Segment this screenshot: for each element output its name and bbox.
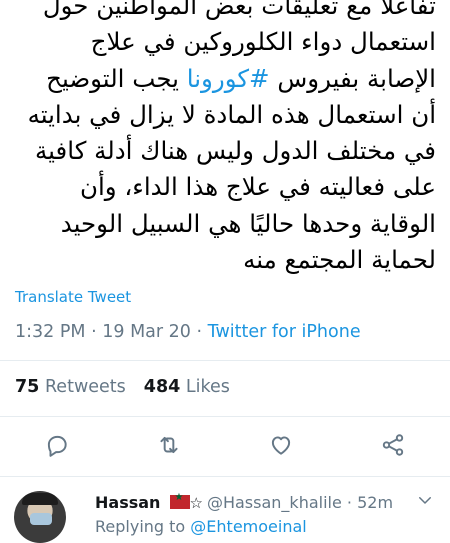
reply-author-handle[interactable]: @Hassan_khalile — [207, 493, 342, 512]
share-button[interactable] — [378, 430, 408, 460]
meta-separator: · — [196, 322, 203, 342]
translate-tweet-link[interactable]: Translate Tweet — [15, 288, 131, 306]
avatar-mask — [30, 513, 52, 525]
avatar[interactable] — [14, 491, 66, 543]
tweet-text: تفاعلا مع تعليقات بعض المواطنين حول استع… — [14, 0, 436, 278]
like-button[interactable] — [266, 430, 296, 460]
divider — [0, 360, 450, 361]
retweet-button[interactable] — [154, 430, 184, 460]
replying-to-handle[interactable]: @Ehtemoeinal — [190, 517, 306, 536]
meta-separator: · — [91, 322, 97, 342]
tweet-date[interactable]: 19 Mar 20 — [102, 322, 191, 342]
retweets-label: Retweets — [44, 377, 126, 397]
tweet-stats: 75 Retweets 484 Likes — [15, 377, 230, 397]
reply-author-name[interactable]: Hassan — [95, 493, 160, 512]
chevron-down-icon — [419, 497, 431, 504]
star-icon: ☆ — [189, 494, 203, 512]
reply-icon — [47, 435, 67, 457]
reply-tweet[interactable]: Hassan ☆@Hassan_khalile · 52m Replying t… — [0, 477, 450, 543]
retweets-count: 75 — [15, 377, 40, 397]
meta-separator: · — [346, 493, 352, 512]
avatar-cap — [22, 493, 58, 505]
retweet-icon — [160, 436, 178, 454]
tweet-source-link[interactable]: Twitter for iPhone — [208, 322, 361, 342]
retweets-stat[interactable]: 75 Retweets — [15, 377, 126, 397]
divider — [0, 416, 450, 417]
likes-stat[interactable]: 484 Likes — [144, 377, 230, 397]
tweet-timestamp: 1:32 PM · 19 Mar 20 · Twitter for iPhone — [15, 322, 361, 342]
tweet-time[interactable]: 1:32 PM — [15, 322, 86, 342]
reply-time-ago[interactable]: 52m — [357, 493, 393, 512]
tweet-actions — [0, 430, 450, 462]
likes-count: 484 — [143, 377, 181, 397]
reply-button[interactable] — [42, 430, 72, 460]
tweet-text-part-2: يجب التوضيح أن استعمال هذه المادة لا يزا… — [27, 63, 436, 275]
morocco-flag-icon — [169, 492, 190, 509]
replying-to: Replying to @Ehtemoeinal — [95, 517, 307, 536]
more-options-button[interactable] — [416, 491, 434, 509]
hashtag-link[interactable]: #كورونا — [187, 64, 270, 93]
replying-to-label: Replying to — [95, 517, 186, 536]
reply-header: Hassan ☆@Hassan_khalile · 52m — [95, 492, 393, 512]
likes-label: Likes — [185, 377, 230, 397]
share-icon — [382, 434, 404, 456]
heart-icon — [271, 436, 291, 455]
